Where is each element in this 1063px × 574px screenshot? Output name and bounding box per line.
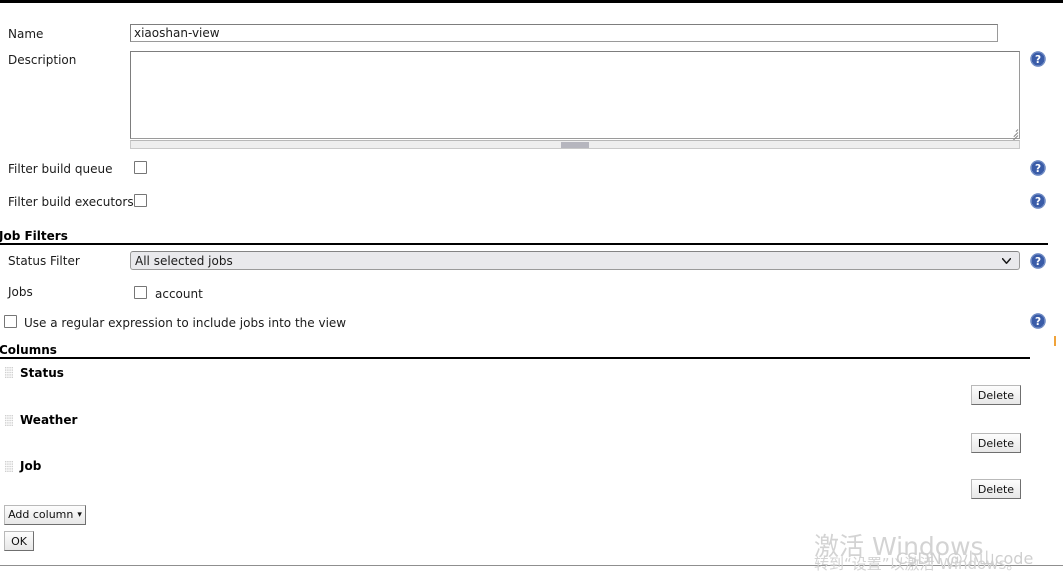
name-row: Name <box>0 24 1063 46</box>
filter-build-executors-help-icon[interactable]: ? <box>1030 193 1046 209</box>
description-row: Description ? <box>0 51 1063 151</box>
use-regex-help-icon[interactable]: ? <box>1030 313 1046 329</box>
delete-button-weather[interactable]: Delete <box>971 433 1021 453</box>
status-filter-row: Status Filter All selected jobs ? <box>0 251 1063 273</box>
job-filters-section-header: Job Filters <box>0 229 1063 245</box>
delete-button-status[interactable]: Delete <box>971 385 1021 405</box>
use-regex-checkbox[interactable] <box>4 315 17 328</box>
status-filter-selected-value: All selected jobs <box>135 254 233 268</box>
job-checkbox-account[interactable] <box>134 286 147 299</box>
columns-section-header: Columns <box>0 343 1063 359</box>
caret-down-icon: ▾ <box>77 510 82 520</box>
drag-handle-icon[interactable] <box>5 415 13 426</box>
ok-button[interactable]: OK <box>4 531 34 551</box>
delete-button-job[interactable]: Delete <box>971 479 1021 499</box>
job-filters-title: Job Filters <box>0 229 68 243</box>
ok-button-label: OK <box>11 534 27 548</box>
description-label: Description <box>8 53 77 67</box>
chevron-down-icon <box>1002 258 1011 264</box>
add-column-button[interactable]: Add column ▾ <box>4 505 86 525</box>
column-row-job: Job Delete <box>0 459 1063 501</box>
column-row-weather: Weather Delete <box>0 413 1063 455</box>
status-filter-help-icon[interactable]: ? <box>1030 253 1046 269</box>
column-name-job: Job <box>20 459 42 473</box>
job-label-account: account <box>155 287 203 301</box>
svg-text:?: ? <box>1035 54 1041 66</box>
csdn-watermark: CSDN @小山code <box>896 549 1034 568</box>
description-textarea[interactable] <box>130 51 1020 139</box>
jobs-label: Jobs <box>8 285 33 299</box>
column-row-status: Status Delete <box>0 366 1063 408</box>
status-filter-select[interactable]: All selected jobs <box>130 251 1020 270</box>
use-regex-label: Use a regular expression to include jobs… <box>24 316 347 330</box>
filter-build-queue-label: Filter build queue <box>8 162 113 176</box>
job-filters-divider <box>0 243 1048 245</box>
svg-text:?: ? <box>1035 196 1041 208</box>
drag-grip-icon <box>561 142 589 147</box>
column-name-status: Status <box>20 366 64 380</box>
edge-marker <box>1054 336 1056 346</box>
name-input[interactable] <box>130 24 998 42</box>
filter-build-queue-row: Filter build queue ? <box>0 160 1063 180</box>
columns-divider <box>0 357 1030 359</box>
filter-build-queue-help-icon[interactable]: ? <box>1030 160 1046 176</box>
status-filter-label: Status Filter <box>8 254 80 268</box>
name-label: Name <box>8 27 44 41</box>
column-name-weather: Weather <box>20 413 78 427</box>
description-drag-resize-bar[interactable] <box>130 140 1020 149</box>
filter-build-queue-checkbox[interactable] <box>134 161 147 174</box>
svg-text:?: ? <box>1035 163 1041 175</box>
filter-build-executors-label: Filter build executors <box>8 195 134 209</box>
add-column-button-label: Add column <box>8 508 74 521</box>
columns-title: Columns <box>0 343 57 357</box>
delete-button-job-label: Delete <box>977 482 1015 496</box>
filter-build-executors-row: Filter build executors ? <box>0 193 1063 213</box>
delete-button-weather-label: Delete <box>977 436 1015 450</box>
svg-text:?: ? <box>1035 256 1041 268</box>
svg-text:?: ? <box>1035 316 1041 328</box>
delete-button-status-label: Delete <box>977 388 1015 402</box>
drag-handle-icon[interactable] <box>5 367 13 378</box>
use-regex-row: Use a regular expression to include jobs… <box>0 313 1063 334</box>
drag-handle-icon[interactable] <box>5 461 13 472</box>
filter-build-executors-checkbox[interactable] <box>134 194 147 207</box>
jobs-row: Jobs account <box>0 283 1063 303</box>
top-border-bar <box>0 0 1063 3</box>
description-help-icon[interactable]: ? <box>1030 51 1046 67</box>
